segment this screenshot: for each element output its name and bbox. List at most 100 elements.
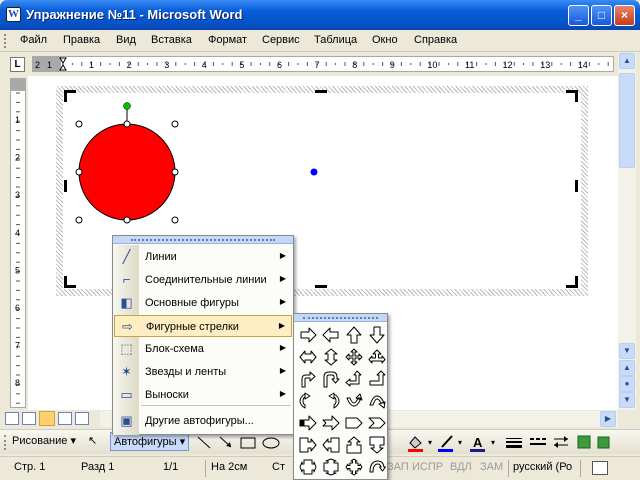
close-button[interactable]: × — [614, 5, 635, 26]
autoshapes-menu-item[interactable]: ⌐ Соединительные линии ▶ — [114, 269, 292, 291]
dash-style-icon[interactable] — [530, 438, 546, 445]
select-browse-object-button[interactable]: ● — [619, 376, 635, 392]
curved-left-arrow-icon[interactable] — [320, 390, 342, 412]
spelling-status-icon[interactable] — [592, 461, 608, 475]
curved-right-arrow-icon[interactable] — [297, 390, 319, 412]
notched-right-arrow-icon[interactable] — [320, 412, 342, 434]
line-color-icon[interactable] — [441, 435, 453, 448]
left-arrow-callout-icon[interactable] — [320, 434, 342, 456]
line-color-dropdown[interactable]: ▾ — [458, 438, 462, 447]
resize-handle[interactable] — [171, 216, 179, 224]
left-right-arrow-icon[interactable] — [297, 346, 319, 368]
status-language[interactable]: русский (Ро — [513, 461, 572, 473]
quad-arrow-callout-icon[interactable] — [343, 456, 365, 478]
autoshapes-menu-item[interactable]: ⇨ Фигурные стрелки ▶ — [114, 315, 292, 337]
up-down-arrow-icon[interactable] — [320, 346, 342, 368]
normal-view-icon[interactable] — [5, 412, 19, 425]
scroll-up-button[interactable]: ▲ — [619, 53, 635, 69]
autoshapes-menu-item[interactable]: ╱ Линии ▶ — [114, 246, 292, 268]
resize-handle[interactable] — [123, 216, 131, 224]
canvas-corner-handle[interactable] — [64, 276, 76, 288]
print-layout-view-icon[interactable] — [39, 411, 55, 426]
vertical-scrollbar[interactable]: ▲ ▼ ▲ ● ▼ — [618, 53, 636, 410]
resize-handle[interactable] — [171, 168, 179, 176]
menu-edit[interactable]: Правка — [63, 34, 100, 46]
next-page-button[interactable]: ▼ — [619, 392, 635, 408]
menu-file[interactable]: Файл — [20, 34, 47, 46]
menu-help[interactable]: Справка — [414, 34, 457, 46]
rectangle-tool-icon[interactable] — [240, 437, 256, 449]
left-arrow-icon[interactable] — [320, 324, 342, 346]
right-arrow-icon[interactable] — [297, 324, 319, 346]
bent-up-arrow-icon[interactable] — [366, 368, 388, 390]
palette-float-grip[interactable] — [294, 314, 387, 322]
autoshapes-menu-item[interactable]: ◧ Основные фигуры ▶ — [114, 292, 292, 314]
outline-view-icon[interactable] — [75, 412, 89, 425]
pentagon-icon[interactable] — [343, 412, 365, 434]
status-ovr[interactable]: ЗАМ — [480, 461, 503, 473]
canvas-corner-handle[interactable] — [566, 276, 578, 288]
status-rec[interactable]: ЗАП — [387, 461, 409, 473]
canvas-edge-handle[interactable] — [315, 285, 327, 288]
resize-handle[interactable] — [75, 216, 83, 224]
resize-handle[interactable] — [75, 168, 83, 176]
menu-view[interactable]: Вид — [116, 34, 136, 46]
menu-insert[interactable]: Вставка — [151, 34, 192, 46]
horizontal-ruler[interactable]: 1 2 1 2 3 4 5 6 7 8 9 10 11 12 13 14 — [32, 56, 614, 72]
menu-float-grip[interactable] — [113, 236, 293, 244]
rotate-handle[interactable] — [123, 102, 131, 110]
font-color-dropdown[interactable]: ▾ — [491, 438, 495, 447]
selected-circle-shape[interactable] — [28, 76, 618, 226]
u-turn-arrow-icon[interactable] — [320, 368, 342, 390]
red-circle[interactable] — [78, 123, 176, 221]
menu-window[interactable]: Окно — [372, 34, 398, 46]
toolbar-grip-icon[interactable] — [4, 435, 7, 450]
scroll-down-button[interactable]: ▼ — [619, 343, 635, 359]
status-trk[interactable]: ИСПР — [412, 461, 443, 473]
left-right-arrow-callout-icon[interactable] — [297, 456, 319, 478]
down-arrow-icon[interactable] — [366, 324, 388, 346]
tab-stop-selector[interactable]: L — [10, 57, 25, 72]
line-style-icon[interactable] — [506, 438, 522, 448]
autoshapes-menu-item[interactable]: ▭ Выноски ▶ — [114, 384, 292, 406]
quad-arrow-icon[interactable] — [343, 346, 365, 368]
resize-handle[interactable] — [171, 120, 179, 128]
autoshapes-menu-item[interactable]: ⬚ Блок-схема ▶ — [114, 338, 292, 360]
menu-table[interactable]: Таблица — [314, 34, 357, 46]
scroll-right-button[interactable]: ▶ — [600, 411, 616, 427]
select-objects-icon[interactable]: ↖ — [88, 434, 97, 447]
fill-color-dropdown[interactable]: ▾ — [428, 438, 432, 447]
vertical-ruler[interactable]: 1 2 3 4 5 6 7 8 — [10, 78, 26, 408]
3d-style-icon[interactable] — [597, 436, 610, 449]
draw-menu-button[interactable]: Рисование ▾ — [12, 434, 76, 447]
resize-handle[interactable] — [75, 120, 83, 128]
up-arrow-callout-icon[interactable] — [343, 434, 365, 456]
autoshapes-menu-item[interactable]: ✶ Звезды и ленты ▶ — [114, 361, 292, 383]
autoshapes-menu-item[interactable]: ▣ Другие автофигуры... — [114, 410, 292, 432]
up-down-arrow-callout-icon[interactable] — [320, 456, 342, 478]
curved-down-arrow-icon[interactable] — [366, 390, 388, 412]
shadow-style-icon[interactable] — [577, 435, 591, 449]
arrow-style-icon[interactable] — [554, 436, 568, 448]
bent-arrow-icon[interactable] — [297, 368, 319, 390]
reading-layout-view-icon[interactable] — [58, 412, 72, 425]
right-arrow-callout-icon[interactable] — [297, 434, 319, 456]
maximize-button[interactable]: □ — [591, 5, 612, 26]
line-tool-icon[interactable] — [197, 436, 211, 449]
web-layout-view-icon[interactable] — [22, 412, 36, 425]
left-up-arrow-icon[interactable] — [343, 368, 365, 390]
toolbar-grip-icon[interactable] — [4, 34, 7, 48]
fill-color-icon[interactable] — [409, 436, 422, 449]
curved-up-arrow-icon[interactable] — [343, 390, 365, 412]
circular-arrow-icon[interactable] — [366, 456, 388, 478]
striped-right-arrow-icon[interactable] — [297, 412, 319, 434]
status-ext[interactable]: ВДЛ — [450, 461, 472, 473]
prev-page-button[interactable]: ▲ — [619, 360, 635, 376]
title-bar[interactable]: W Упражнение №11 - Microsoft Word _ □ × — [0, 0, 640, 30]
menu-tools[interactable]: Сервис — [262, 34, 300, 46]
oval-tool-icon[interactable] — [262, 437, 280, 449]
up-arrow-icon[interactable] — [343, 324, 365, 346]
left-right-up-arrow-icon[interactable] — [366, 346, 388, 368]
down-arrow-callout-icon[interactable] — [366, 434, 388, 456]
font-color-icon[interactable]: A — [473, 435, 483, 450]
